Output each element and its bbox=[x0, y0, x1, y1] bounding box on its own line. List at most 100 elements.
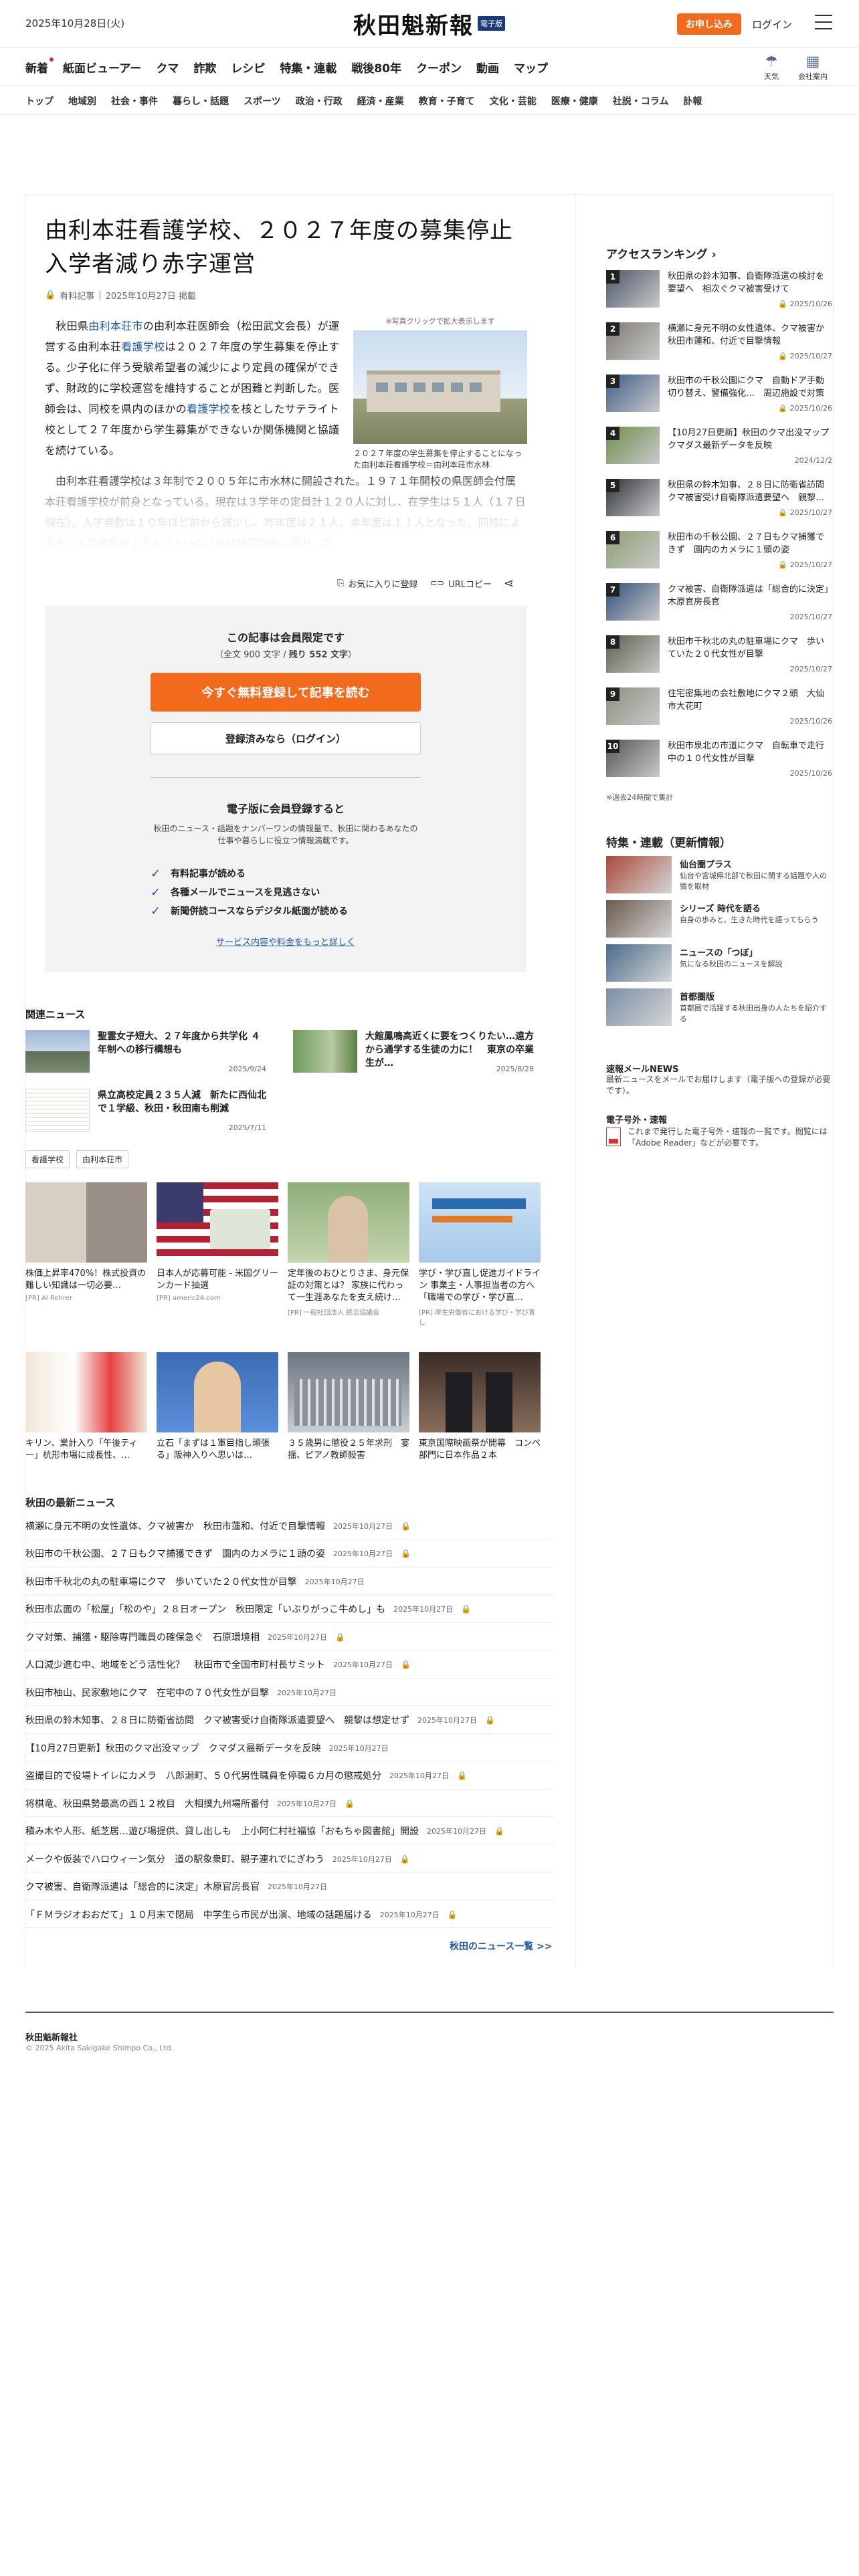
login-button[interactable]: 登録済みなら（ログイン） bbox=[151, 722, 421, 754]
sub-nav-item[interactable]: 経済・産業 bbox=[357, 94, 404, 108]
sub-nav-item[interactable]: 暮らし・話題 bbox=[173, 94, 229, 108]
ad-card[interactable]: 株価上昇率470%！株式投資の難しい知識は一切必要… [PR] AI Rohre… bbox=[25, 1182, 147, 1329]
weather-link[interactable]: ☂ 天気 bbox=[753, 53, 789, 82]
sub-nav-item[interactable]: 政治・行政 bbox=[296, 94, 343, 108]
latest-news-row[interactable]: 将棋竜、秋田県勢最高の西１２枚目 大相撲九州場所番付 2025年10月27日 🔒 bbox=[25, 1790, 554, 1817]
ranking-item[interactable]: 5 秋田県の鈴木知事、２８日に防衛省訪問 クマ被害受け自衛隊派遣要望へ 親黎は想…… bbox=[606, 479, 832, 520]
latest-news-row[interactable]: メークや仮装でハロウィーン気分 道の駅象衆町、親子連れでにぎわう 2025年10月… bbox=[25, 1846, 554, 1872]
ranking-heading[interactable]: アクセスランキング › bbox=[606, 245, 717, 261]
latest-news-title[interactable]: 秋田市千秋北の丸の駐車場にクマ 歩いていた２０代女性が目撃 bbox=[25, 1575, 297, 1588]
latest-news-row[interactable]: クマ対策、捕獲・駆除専門職員の確保急ぐ 石原環境相 2025年10月27日 🔒 bbox=[25, 1624, 554, 1650]
latest-news-row[interactable]: 秋田市の千秋公園、２７日もクマ捕獲できず 園内のカメラに１頭の姿 2025年10月… bbox=[25, 1541, 554, 1568]
main-nav-item[interactable]: 紙面ビューアー bbox=[63, 59, 141, 76]
mail-news-heading[interactable]: 速報メールNEWS bbox=[606, 1062, 678, 1075]
ranking-item[interactable]: 8 秋田市千秋北の丸の駐車場にクマ 歩いていた２０代女性が目撃 2025/10/27 bbox=[606, 635, 832, 677]
latest-news-row[interactable]: 秋田市千秋北の丸の駐車場にクマ 歩いていた２０代女性が目撃 2025年10月27日 bbox=[25, 1568, 554, 1595]
feature-item[interactable]: 首都圏版 首都圏で活躍する秋田出身の人たちを紹介する bbox=[606, 988, 832, 1030]
sub-nav-item[interactable]: 文化・芸能 bbox=[490, 94, 537, 108]
news-card[interactable]: ３５歳男に懲役２５年求刑 宴揺、ピアノ教師殺害 bbox=[288, 1352, 409, 1499]
sub-nav-item[interactable]: 地域別 bbox=[68, 94, 96, 108]
latest-news-title[interactable]: クマ対策、捕獲・駆除専門職員の確保急ぐ 石原環境相 bbox=[25, 1630, 260, 1644]
sub-nav-item[interactable]: 医療・健康 bbox=[551, 94, 598, 108]
main-nav-item[interactable]: 動画 bbox=[476, 59, 499, 76]
ad-card[interactable]: 学び・学び直し促進ガイドライン 事業主・人事担当者の方へ「職場での学び・学び直…… bbox=[419, 1182, 541, 1329]
ranking-item[interactable]: 10 秋田市泉北の市道にクマ 自転車で走行中の１０代女性が目撃 2025/10/26 bbox=[606, 740, 832, 781]
sub-nav-item[interactable]: 社説・コラム bbox=[613, 94, 669, 108]
latest-news-title[interactable]: 将棋竜、秋田県勢最高の西１２枚目 大相撲九州場所番付 bbox=[25, 1797, 269, 1810]
sub-nav-item[interactable]: 社会・事件 bbox=[111, 94, 158, 108]
url-copy-button[interactable]: ⊂⊃ URLコピー bbox=[430, 577, 492, 590]
news-card[interactable]: 立石「まずは１軍目指し頑張る」阪神入りへ思いは… bbox=[157, 1352, 278, 1499]
news-card[interactable]: 東京国際映画祭が開幕 コンペ部門に日本作品２本 bbox=[419, 1352, 541, 1499]
login-link[interactable]: ログイン bbox=[752, 17, 792, 31]
latest-news-title[interactable]: 秋田市の千秋公園、２７日もクマ捕獲できず 園内のカメラに１頭の姿 bbox=[25, 1547, 325, 1560]
keyword-link[interactable]: 看護学校 bbox=[187, 403, 230, 415]
main-nav-item[interactable]: 詐欺 bbox=[193, 59, 216, 76]
site-logo[interactable]: 秋田魁新報 電子版 bbox=[353, 9, 506, 39]
favorite-button[interactable]: ⎘ お気に入りに登録 bbox=[337, 577, 417, 590]
related-item[interactable]: 県立高校定員２３５人減 新たに西仙北で１学級、秋田・秋田南も削減 2025/7/… bbox=[25, 1089, 266, 1137]
article-photo[interactable]: ※写真クリックで拡大表示します ２０２７年度の学生募集を停止することになった由利… bbox=[353, 316, 527, 471]
sub-nav-item[interactable]: 教育・子育て bbox=[419, 94, 475, 108]
latest-news-row[interactable]: 盗撮目的で役場トイレにカメラ 八郎潟町、５０代男性職員を停職６カ月の懲戒処分 20… bbox=[25, 1763, 554, 1790]
service-details-link[interactable]: サービス内容や料金をもっと詳しく bbox=[45, 935, 527, 948]
latest-news-title[interactable]: メークや仮装でハロウィーン気分 道の駅象衆町、親子連れでにぎわう bbox=[25, 1852, 324, 1866]
main-nav-item[interactable]: 戦後80年 bbox=[351, 59, 401, 76]
latest-news-title[interactable]: 横瀬に身元不明の女性遺体、クマ被害か 秋田市蓮和、付近で目撃情報 bbox=[25, 1519, 325, 1533]
share-icon[interactable]: ⋖ bbox=[504, 576, 514, 591]
ranking-item[interactable]: 4 【10月27日更新】秋田のクマ出没マップ クマダス最新データを反映 2024/1… bbox=[606, 427, 832, 468]
ranking-item[interactable]: 2 横瀬に身元不明の女性遺体、クマ被害か 秋田市蓮和、付近で目撃情報 🔒 2025/… bbox=[606, 322, 832, 364]
main-nav-item[interactable]: クーポン bbox=[416, 59, 462, 76]
ranking-item[interactable]: 9 住宅密集地の会社敷地にクマ２頭 大仙市大花町 2025/10/26 bbox=[606, 687, 832, 729]
main-nav-item[interactable]: マップ bbox=[514, 59, 548, 76]
latest-news-title[interactable]: 秋田市広面の「松屋」「松のや」２８日オープン 秋田限定「いぶりがっこ牛めし」も bbox=[25, 1602, 385, 1616]
latest-news-row[interactable]: 【10月27日更新】秋田のクマ出没マップ クマダス最新データを反映 2025年10… bbox=[25, 1735, 554, 1761]
subscribe-button[interactable]: お申し込み bbox=[677, 13, 741, 35]
latest-news-title[interactable]: 秋田市柚山、民家敷地にクマ 在宅中の７０代女性が目撃 bbox=[25, 1686, 269, 1699]
sub-nav-item[interactable]: スポーツ bbox=[244, 94, 281, 108]
main-nav-item[interactable]: 特集・連載 bbox=[280, 59, 337, 76]
ranking-item[interactable]: 3 秋田市の千秋公園にクマ 自動ドア手動切り替え、警備強化… 周辺施設で対策 🔒 2… bbox=[606, 374, 832, 416]
latest-news-row[interactable]: 秋田県の鈴木知事、２８日に防衛省訪問 クマ被害受け自衛隊派遣要望へ 親黎は想定せ… bbox=[25, 1707, 554, 1734]
latest-news-title[interactable]: 人口減少進む中、地域をどう活性化？ 秋田市で全国市町村長サミット bbox=[25, 1658, 325, 1671]
feature-item[interactable]: 仙台圏プラス 仙台や宮城県北部で秋田に関する話題や人の情を取材 bbox=[606, 856, 832, 897]
photo-image[interactable] bbox=[353, 330, 527, 444]
ranking-item[interactable]: 6 秋田市の千秋公園、２７日もクマ捕獲できず 園内のカメラに１頭の姿 🔒 2025/… bbox=[606, 531, 832, 572]
keyword-link[interactable]: 由利本荘市 bbox=[88, 320, 143, 332]
company-info-link[interactable]: ▦ 会社案内 bbox=[795, 53, 831, 82]
extra-edition-heading[interactable]: 電子号外・速報 bbox=[606, 1113, 667, 1125]
keyword-link[interactable]: 看護学校 bbox=[121, 340, 165, 353]
latest-news-row[interactable]: クマ被害、自衛隊派遣は「総合的に決定」木原官房長官 2025年10月27日 bbox=[25, 1874, 554, 1901]
tag-link[interactable]: 看護学校 bbox=[25, 1150, 70, 1168]
hamburger-menu-icon[interactable] bbox=[815, 15, 832, 29]
ranking-item[interactable]: 7 クマ被害、自衛隊派遣は「総合的に決定」木原官房長官 2025/10/27 bbox=[606, 583, 832, 625]
tag-link[interactable]: 由利本荘市 bbox=[76, 1150, 129, 1168]
related-item[interactable]: 大館鳳鳴高近くに要をつくりたい…遠方から通学する生徒の力に！ 東京の卒業生が… … bbox=[293, 1030, 534, 1078]
latest-news-title[interactable]: クマ被害、自衛隊派遣は「総合的に決定」木原官房長官 bbox=[25, 1880, 260, 1893]
latest-news-row[interactable]: 秋田市柚山、民家敷地にクマ 在宅中の７０代女性が目撃 2025年10月27日 bbox=[25, 1679, 554, 1706]
latest-news-title[interactable]: 【10月27日更新】秋田のクマ出没マップ クマダス最新データを反映 bbox=[25, 1741, 321, 1755]
free-register-button[interactable]: 今すぐ無料登録して記事を読む bbox=[151, 673, 421, 712]
ranking-item[interactable]: 1 秋田県の鈴木知事、自衛隊派遣の検討を要望へ 相次ぐクマ被害受けて 🔒 2025/… bbox=[606, 270, 832, 312]
ad-card[interactable]: 日本人が応募可能 - 米国グリーンカード抽選 [PR] americ24.com bbox=[157, 1182, 278, 1329]
latest-news-title[interactable]: 秋田県の鈴木知事、２８日に防衛省訪問 クマ被害受け自衛隊派遣要望へ 親黎は想定せ… bbox=[25, 1713, 409, 1727]
latest-news-row[interactable]: 積み木や人形、紙芝居…遊び場提供、貸し出しも 上小阿仁村社福協「おもちゃ図書館」… bbox=[25, 1818, 554, 1845]
latest-news-row[interactable]: 「ＦＭラジオおおだて」１０月末で閉局 中学生ら市民が出演、地域の話題届ける 202… bbox=[25, 1901, 554, 1928]
latest-news-title[interactable]: 盗撮目的で役場トイレにカメラ 八郎潟町、５０代男性職員を停職６カ月の懲戒処分 bbox=[25, 1769, 381, 1782]
latest-news-title[interactable]: 「ＦＭラジオおおだて」１０月末で閉局 中学生ら市民が出演、地域の話題届ける bbox=[25, 1908, 372, 1921]
feature-item[interactable]: シリーズ 時代を語る 自身の歩みと、生きた時代を語ってもらう bbox=[606, 900, 832, 942]
ad-card[interactable]: 定年後のおひとりさま、身元保証の対策とは？ 家族に代わって一生涯あなたを支え続け… bbox=[288, 1182, 409, 1329]
sub-nav-item[interactable]: トップ bbox=[25, 94, 54, 108]
latest-news-row[interactable]: 横瀬に身元不明の女性遺体、クマ被害か 秋田市蓮和、付近で目撃情報 2025年10月… bbox=[25, 1513, 554, 1539]
sub-nav-item[interactable]: 訃報 bbox=[683, 94, 702, 108]
main-nav-item[interactable]: レシピ bbox=[231, 59, 265, 76]
main-nav-item[interactable]: 新着 bbox=[25, 58, 54, 76]
news-list-more-link[interactable]: 秋田のニュース一覧 >> bbox=[450, 1939, 553, 1953]
main-nav-item[interactable]: クマ bbox=[156, 59, 179, 76]
related-item[interactable]: 聖霊女子短大、２７年度から共学化 ４年制への移行構想も 2025/9/24 bbox=[25, 1030, 266, 1078]
latest-news-row[interactable]: 人口減少進む中、地域をどう活性化？ 秋田市で全国市町村長サミット 2025年10月… bbox=[25, 1652, 554, 1679]
feature-item[interactable]: ニュースの「つぼ」 気になる秋田のニュースを解説 bbox=[606, 944, 832, 986]
latest-news-row[interactable]: 秋田市広面の「松屋」「松のや」２８日オープン 秋田限定「いぶりがっこ牛めし」も 2… bbox=[25, 1596, 554, 1623]
news-card[interactable]: キリン、業計入り「午後ティー」杭形市場に成長性、… bbox=[25, 1352, 147, 1499]
latest-news-title[interactable]: 積み木や人形、紙芝居…遊び場提供、貸し出しも 上小阿仁村社福協「おもちゃ図書館」… bbox=[25, 1824, 419, 1838]
